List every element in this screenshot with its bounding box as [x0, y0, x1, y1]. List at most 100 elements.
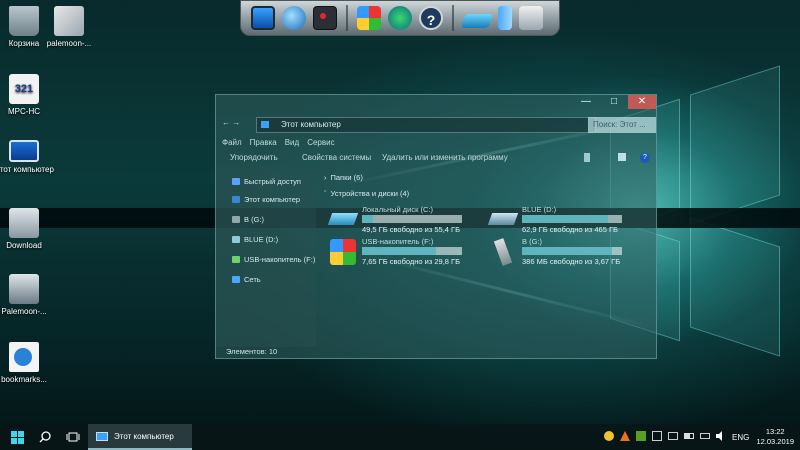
menu-edit[interactable]: Правка [250, 138, 277, 147]
title-bar[interactable]: — □ ✕ [216, 95, 656, 111]
drive-name: BLUE (D:) [522, 205, 557, 214]
language-indicator[interactable]: ENG [732, 433, 749, 442]
maximize-button[interactable]: □ [600, 95, 628, 109]
chevron-down-icon: ˇ [324, 189, 327, 198]
monitor-icon[interactable] [251, 6, 275, 30]
wallpaper-light-pane [690, 217, 780, 357]
network-globe-icon[interactable] [282, 6, 306, 30]
desktop-icon-this-pc[interactable]: Этот компьютер [0, 140, 60, 174]
search-button[interactable] [30, 424, 60, 450]
uninstall-program-button[interactable]: Удалить или изменить программу [382, 153, 508, 162]
hard-drive-icon [232, 236, 240, 243]
clock[interactable]: 13:22 12.03.2019 [756, 427, 794, 447]
nav-item-drive-g[interactable]: B (G:) [232, 215, 264, 224]
dock-separator [452, 5, 454, 31]
drive-c[interactable]: Локальный диск (C:) 49,5 ГБ свободно из … [327, 205, 490, 237]
menu-view[interactable]: Вид [285, 138, 299, 147]
minimize-button[interactable]: — [572, 95, 600, 109]
dock-bar: ? [240, 0, 560, 36]
close-button[interactable]: ✕ [628, 95, 656, 109]
battery-icon[interactable] [684, 433, 694, 439]
usb-drive-icon [232, 216, 240, 223]
drive-usage-bar [522, 247, 622, 255]
help-icon[interactable]: ? [640, 153, 650, 163]
nav-item-quick-access[interactable]: Быстрый доступ [232, 177, 301, 186]
drive-d[interactable]: BLUE (D:) 62,9 ГБ свободно из 465 ГБ [487, 205, 650, 237]
group-label: Устройства и диски (4) [330, 189, 410, 198]
search-input[interactable]: Поиск: Этот ... [588, 117, 656, 133]
desktop-icon-label: palemoon-... [46, 39, 92, 48]
nav-item-drive-f[interactable]: USB-накопитель (F:) [232, 255, 316, 264]
taskbar-app-this-pc[interactable]: Этот компьютер [88, 424, 192, 450]
tray-monitor-icon[interactable] [668, 432, 678, 440]
menu-file[interactable]: Файл [222, 138, 242, 147]
drive-free-space: 49,5 ГБ свободно из 55,4 ГБ [362, 225, 461, 234]
menu-bar: Файл Правка Вид Сервис [222, 138, 335, 147]
computer-icon [9, 140, 39, 162]
vlc-icon[interactable] [620, 431, 630, 441]
explorer-window: — □ ✕ ← → Этот компьютер Поиск: Этот ...… [215, 94, 657, 359]
mpc-hc-icon: 321 [9, 74, 39, 104]
battery-icon[interactable] [498, 6, 512, 30]
tray-window-icon[interactable] [652, 431, 662, 441]
taskbar: Этот компьютер ENG 13:22 12.03.2019 [0, 424, 800, 450]
desktop-icon-bookmarks[interactable]: bookmarks... [0, 342, 60, 384]
system-properties-button[interactable]: Свойства системы [302, 153, 371, 162]
desktop-icon-palemoon-installer[interactable]: palemoon-... [33, 6, 105, 48]
windows-logo-icon[interactable] [357, 6, 381, 30]
address-text: Этот компьютер [281, 120, 341, 129]
drive-name: Локальный диск (C:) [362, 205, 433, 214]
drive-usage-bar [362, 247, 462, 255]
desktop-icon-label: MPC-HC [8, 107, 40, 116]
start-button[interactable] [2, 424, 32, 450]
drive-usage-bar [522, 215, 622, 223]
nav-item-this-pc[interactable]: Этот компьютер [232, 195, 300, 204]
drive-name: USB-накопитель (F:) [362, 237, 434, 246]
volume-icon[interactable] [716, 431, 726, 441]
drive-g[interactable]: B (G:) 386 МБ свободно из 3,67 ГБ [490, 237, 650, 269]
usb-drive-icon[interactable] [460, 14, 494, 28]
address-row: ← → Этот компьютер Поиск: Этот ... [216, 115, 656, 133]
drive-name: B (G:) [522, 237, 542, 246]
desktop-icon-palemoon[interactable]: Palemoon-... [0, 274, 60, 316]
speaker-glyph [716, 431, 722, 441]
nav-item-label: B (G:) [244, 215, 264, 224]
installer-icon [54, 6, 84, 36]
group-label: Папки (6) [330, 173, 363, 182]
nav-item-drive-d[interactable]: BLUE (D:) [232, 235, 279, 244]
desktop-icon-mpc-hc[interactable]: 321 MPC-HC [0, 74, 60, 116]
star-icon [232, 178, 240, 185]
computer-icon [261, 121, 269, 128]
address-bar[interactable]: Этот компьютер [256, 117, 596, 133]
details-icon[interactable] [584, 153, 590, 162]
item-count: Элементов: 10 [226, 347, 278, 356]
desktop-icon-label: Download [6, 241, 42, 250]
drive-usage-fill [522, 247, 612, 255]
menu-tools[interactable]: Сервис [307, 138, 334, 147]
pane-icon[interactable] [618, 153, 626, 161]
hard-drive-icon [487, 213, 519, 225]
drive-f[interactable]: USB-накопитель (F:) 7,65 ГБ свободно из … [330, 237, 490, 269]
group-folders[interactable]: › Папки (6) [324, 173, 363, 182]
app-icon[interactable] [519, 6, 543, 30]
help-icon[interactable]: ? [419, 6, 443, 30]
organize-button[interactable]: Упорядочить [230, 153, 278, 162]
nav-item-label: BLUE (D:) [244, 235, 279, 244]
network-icon [232, 276, 240, 283]
nav-item-label: USB-накопитель (F:) [244, 255, 316, 264]
keyboard-icon[interactable] [700, 433, 710, 439]
nav-arrows[interactable]: ← → [222, 118, 240, 127]
desktop-icon-label: bookmarks... [1, 375, 47, 384]
tray-app-icon[interactable] [604, 431, 614, 441]
clock-time: 13:22 [765, 427, 785, 436]
camera-icon[interactable] [313, 6, 337, 30]
download-globe-icon[interactable] [388, 6, 412, 30]
task-view-button[interactable] [58, 424, 88, 450]
chevron-right-icon: › [324, 173, 327, 182]
desktop-icon-download[interactable]: Download [0, 208, 60, 250]
nvidia-icon[interactable] [636, 431, 646, 441]
nav-item-network[interactable]: Сеть [232, 275, 261, 284]
drive-usage-bar [362, 215, 462, 223]
drive-usage-fill [362, 215, 373, 223]
group-devices[interactable]: ˇ Устройства и диски (4) [324, 189, 409, 198]
